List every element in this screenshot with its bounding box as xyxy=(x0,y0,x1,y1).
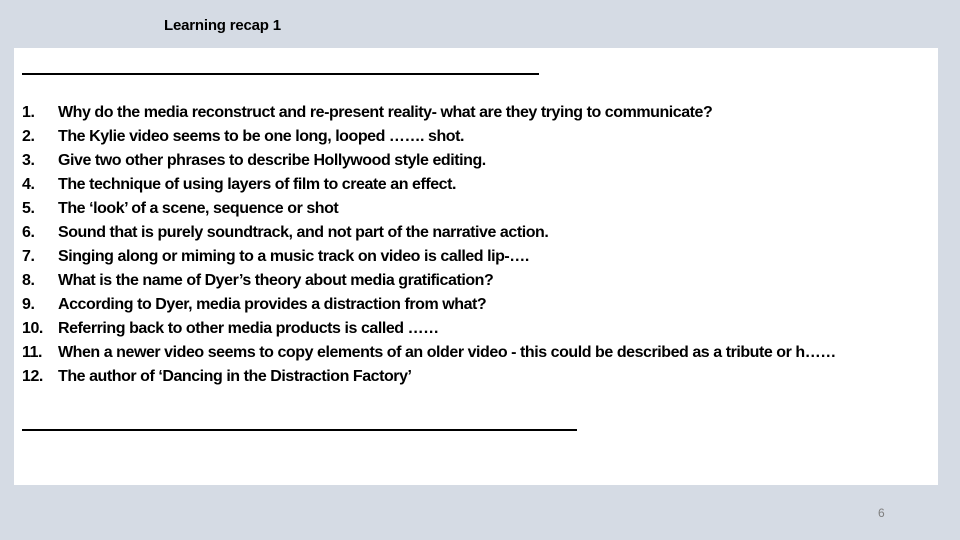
question-item: 10. Referring back to other media produc… xyxy=(22,317,918,341)
question-text: The Kylie video seems to be one long, lo… xyxy=(58,128,464,145)
question-number: 6. xyxy=(22,224,35,241)
question-text: According to Dyer, media provides a dist… xyxy=(58,296,487,313)
question-list: 1. Why do the media reconstruct and re-p… xyxy=(22,101,918,389)
question-text: What is the name of Dyer’s theory about … xyxy=(58,272,494,289)
question-item: 11. When a newer video seems to copy ele… xyxy=(22,341,918,365)
question-text: The technique of using layers of film to… xyxy=(58,176,456,193)
slide-title: Learning recap 1 xyxy=(164,17,281,34)
question-number: 11. xyxy=(22,344,43,361)
question-item: 5. The ‘look’ of a scene, sequence or sh… xyxy=(22,197,918,221)
question-text: Singing along or miming to a music track… xyxy=(58,248,529,265)
question-number: 4. xyxy=(22,176,35,193)
question-item: 9. According to Dyer, media provides a d… xyxy=(22,293,918,317)
question-item: 6. Sound that is purely soundtrack, and … xyxy=(22,221,918,245)
page-number: 6 xyxy=(878,506,885,520)
question-text: Sound that is purely soundtrack, and not… xyxy=(58,224,549,241)
question-number: 7. xyxy=(22,248,35,265)
question-number: 8. xyxy=(22,272,35,289)
content-panel: 1. Why do the media reconstruct and re-p… xyxy=(14,48,938,485)
question-text: The author of ‘Dancing in the Distractio… xyxy=(58,368,412,385)
question-item: 3. Give two other phrases to describe Ho… xyxy=(22,149,918,173)
question-number: 2. xyxy=(22,128,35,145)
question-text: The ‘look’ of a scene, sequence or shot xyxy=(58,200,339,217)
question-item: 2. The Kylie video seems to be one long,… xyxy=(22,125,918,149)
question-item: 7. Singing along or miming to a music tr… xyxy=(22,245,918,269)
question-number: 10. xyxy=(22,320,43,337)
bottom-divider xyxy=(22,429,577,431)
question-item: 4. The technique of using layers of film… xyxy=(22,173,918,197)
question-text: Referring back to other media products i… xyxy=(58,320,439,337)
question-item: 1. Why do the media reconstruct and re-p… xyxy=(22,101,918,125)
top-divider xyxy=(22,73,539,75)
question-item: 8. What is the name of Dyer’s theory abo… xyxy=(22,269,918,293)
question-number: 3. xyxy=(22,152,35,169)
question-number: 9. xyxy=(22,296,35,313)
question-text: When a newer video seems to copy element… xyxy=(58,344,836,361)
question-number: 1. xyxy=(22,104,35,121)
question-item: 12. The author of ‘Dancing in the Distra… xyxy=(22,365,918,389)
question-number: 5. xyxy=(22,200,35,217)
question-number: 12. xyxy=(22,368,43,385)
question-text: Why do the media reconstruct and re-pres… xyxy=(58,104,713,121)
question-text: Give two other phrases to describe Holly… xyxy=(58,152,486,169)
